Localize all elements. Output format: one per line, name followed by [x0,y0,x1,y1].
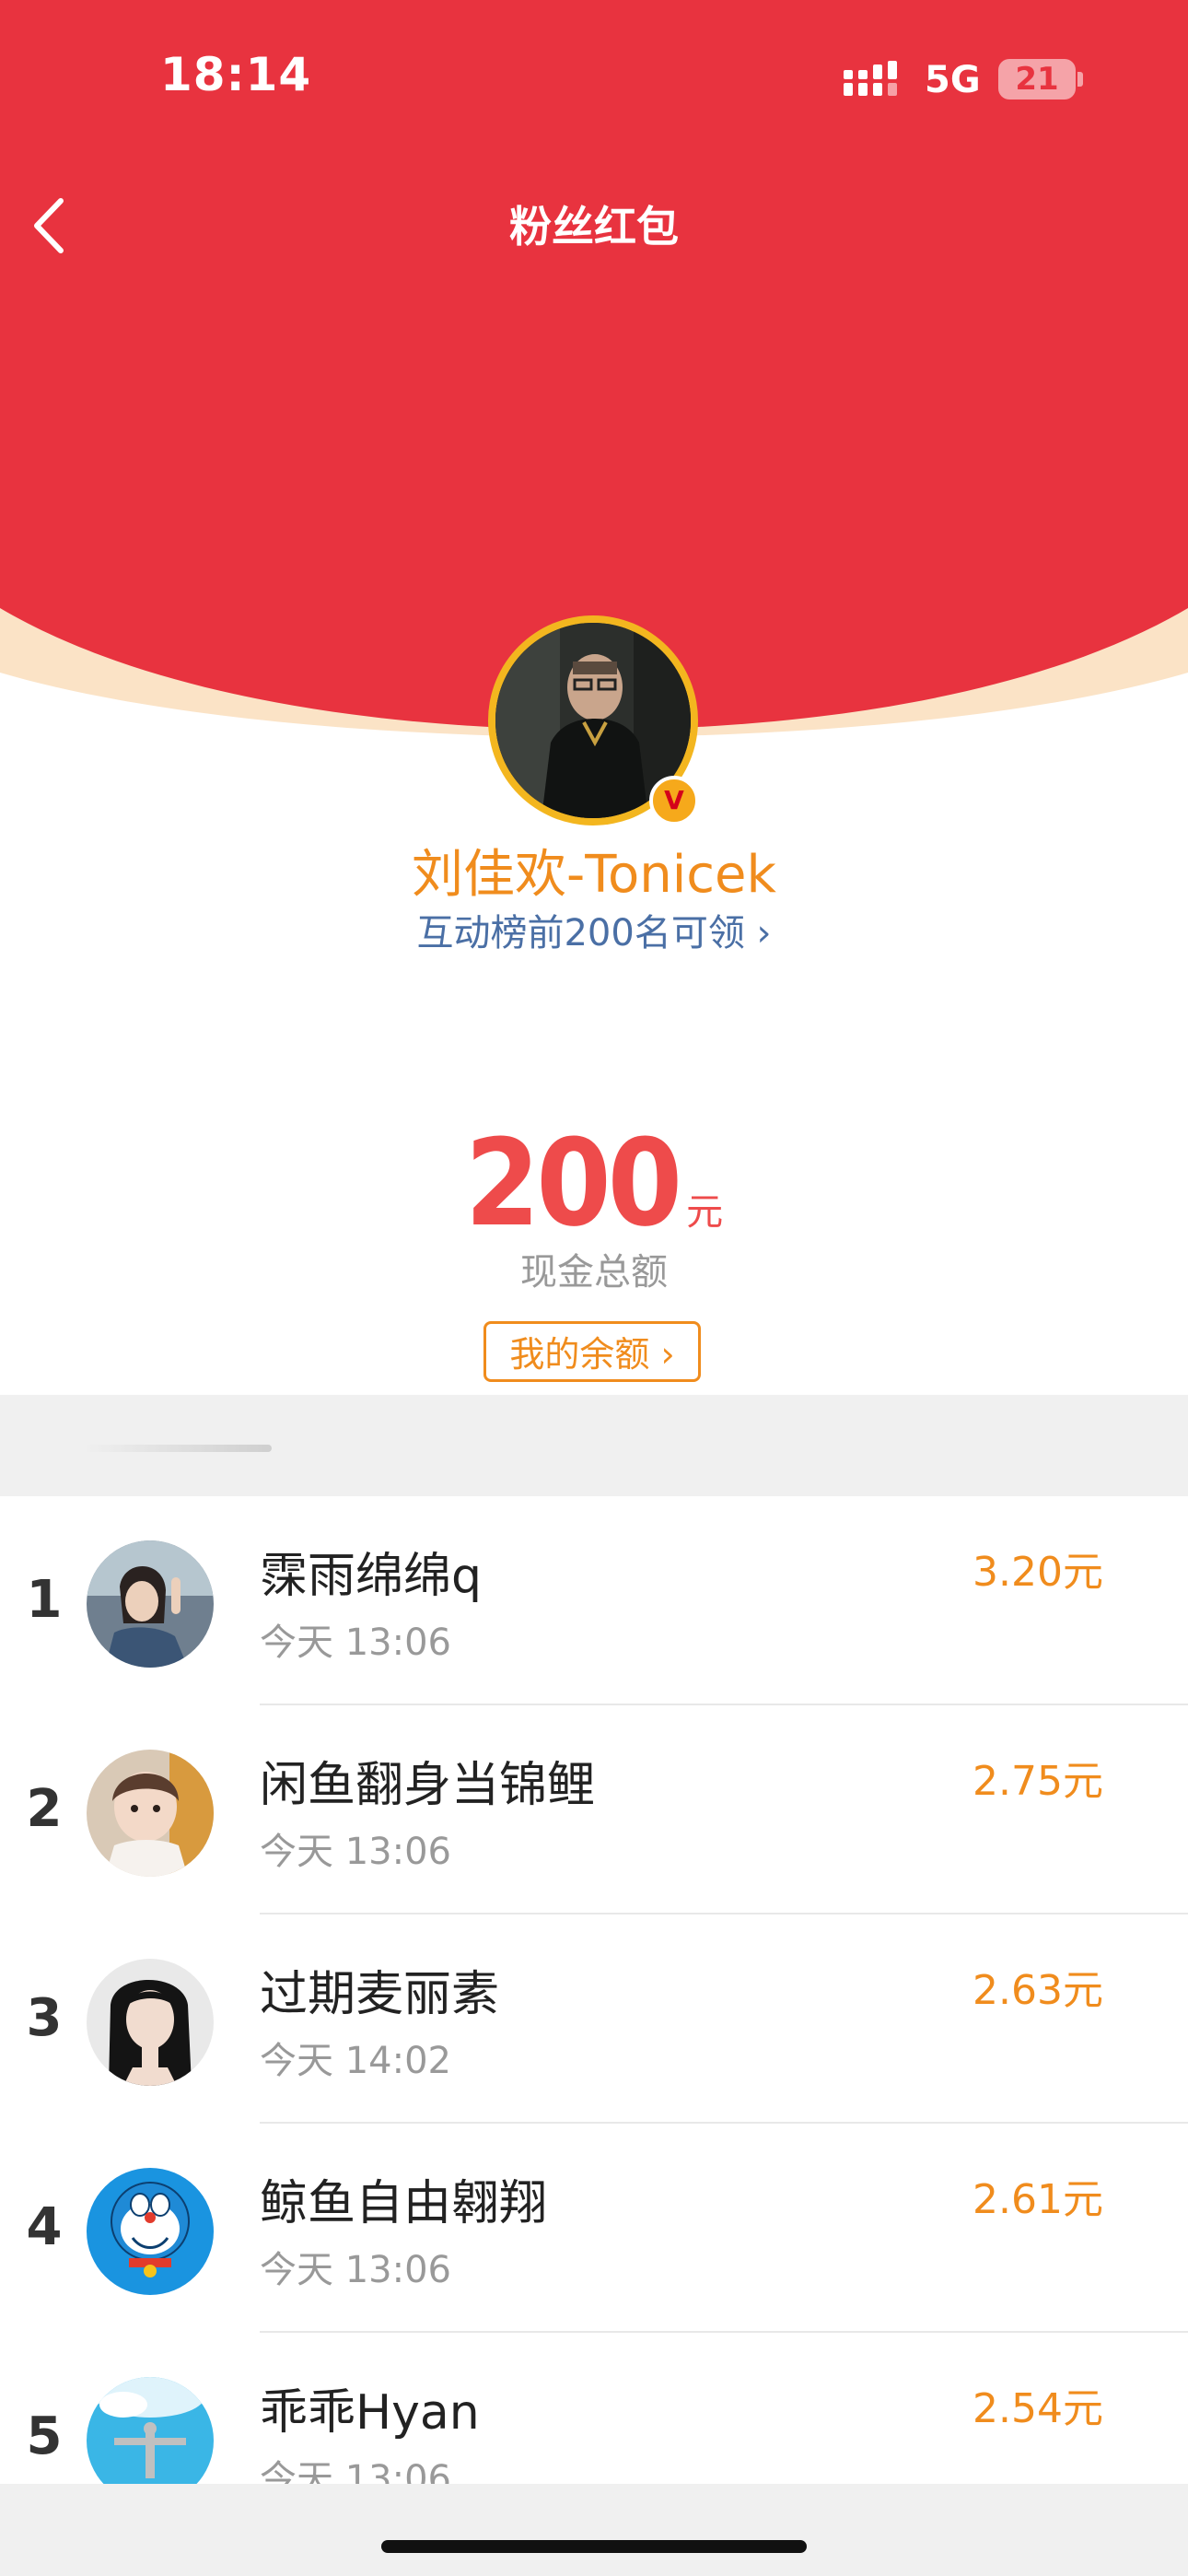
rank-rule-link[interactable]: 互动榜前200名可领 › [0,903,1188,956]
rank-number: 4 [26,2197,63,2257]
host-name[interactable]: 刘佳欢-Tonicek [0,833,1188,907]
claim-amount: 2.63元 [973,1967,1103,2014]
user-name: 霂雨绵绵q [260,1549,483,1604]
home-indicator[interactable] [381,2540,807,2553]
claim-amount: 2.54元 [973,2385,1103,2432]
rank-number: 2 [26,1779,63,1839]
battery-icon: 21 [998,59,1076,100]
list-item[interactable]: 2 闲鱼翻身当锦鲤 今天 13:06 2.75元 [0,1705,1188,1914]
status-time: 18:14 [160,48,312,101]
claim-time: 今天 13:06 [260,2458,451,2484]
claim-time: 今天 13:06 [260,1831,451,1873]
rank-number: 5 [26,2406,63,2466]
avatar[interactable] [87,2377,214,2484]
claim-time: 今天 14:02 [260,2040,451,2082]
battery-cap [1077,72,1083,87]
rank-number: 1 [26,1570,63,1630]
verified-badge-icon: V [649,776,699,825]
page-title: 粉丝红包 [509,202,679,252]
claim-time: 今天 13:06 [260,2249,451,2291]
claim-amount: 2.75元 [973,1758,1103,1805]
avatar[interactable] [87,1540,214,1668]
bottom-bar [0,2484,1188,2576]
total-amount: 200 元 [0,1113,1188,1253]
user-name: 闲鱼翻身当锦鲤 [260,1758,596,1813]
avatar[interactable] [87,1750,214,1877]
avatar[interactable] [87,2168,214,2295]
my-balance-button[interactable]: 我的余额 › [483,1321,701,1382]
avatar[interactable] [87,1959,214,2086]
list-item[interactable]: 5 乖乖Hyan 今天 13:06 2.54元 [0,2333,1188,2484]
network-label: 5G [925,59,981,101]
rank-number: 3 [26,1988,63,2048]
user-name: 鲸鱼自由翱翔 [260,2176,548,2231]
user-name: 乖乖Hyan [260,2385,480,2441]
claim-amount: 3.20元 [973,1549,1103,1596]
claim-amount: 2.61元 [973,2176,1103,2223]
amount-value: 200 [464,1113,682,1253]
list-item[interactable]: 1 霂雨绵绵q 今天 13:06 3.20元 [0,1496,1188,1705]
user-name: 过期麦丽素 [260,1967,500,2022]
list-item[interactable]: 3 过期麦丽素 今天 14:02 2.63元 [0,1914,1188,2124]
amount-unit: 元 [686,1191,724,1234]
amount-label: 现金总额 [520,1251,668,1294]
list-item[interactable]: 4 鲸鱼自由翱翔 今天 13:06 2.61元 [0,2124,1188,2333]
loading-placeholder [83,1445,272,1452]
signal-icon [844,61,897,96]
claim-time: 今天 13:06 [260,1622,451,1664]
